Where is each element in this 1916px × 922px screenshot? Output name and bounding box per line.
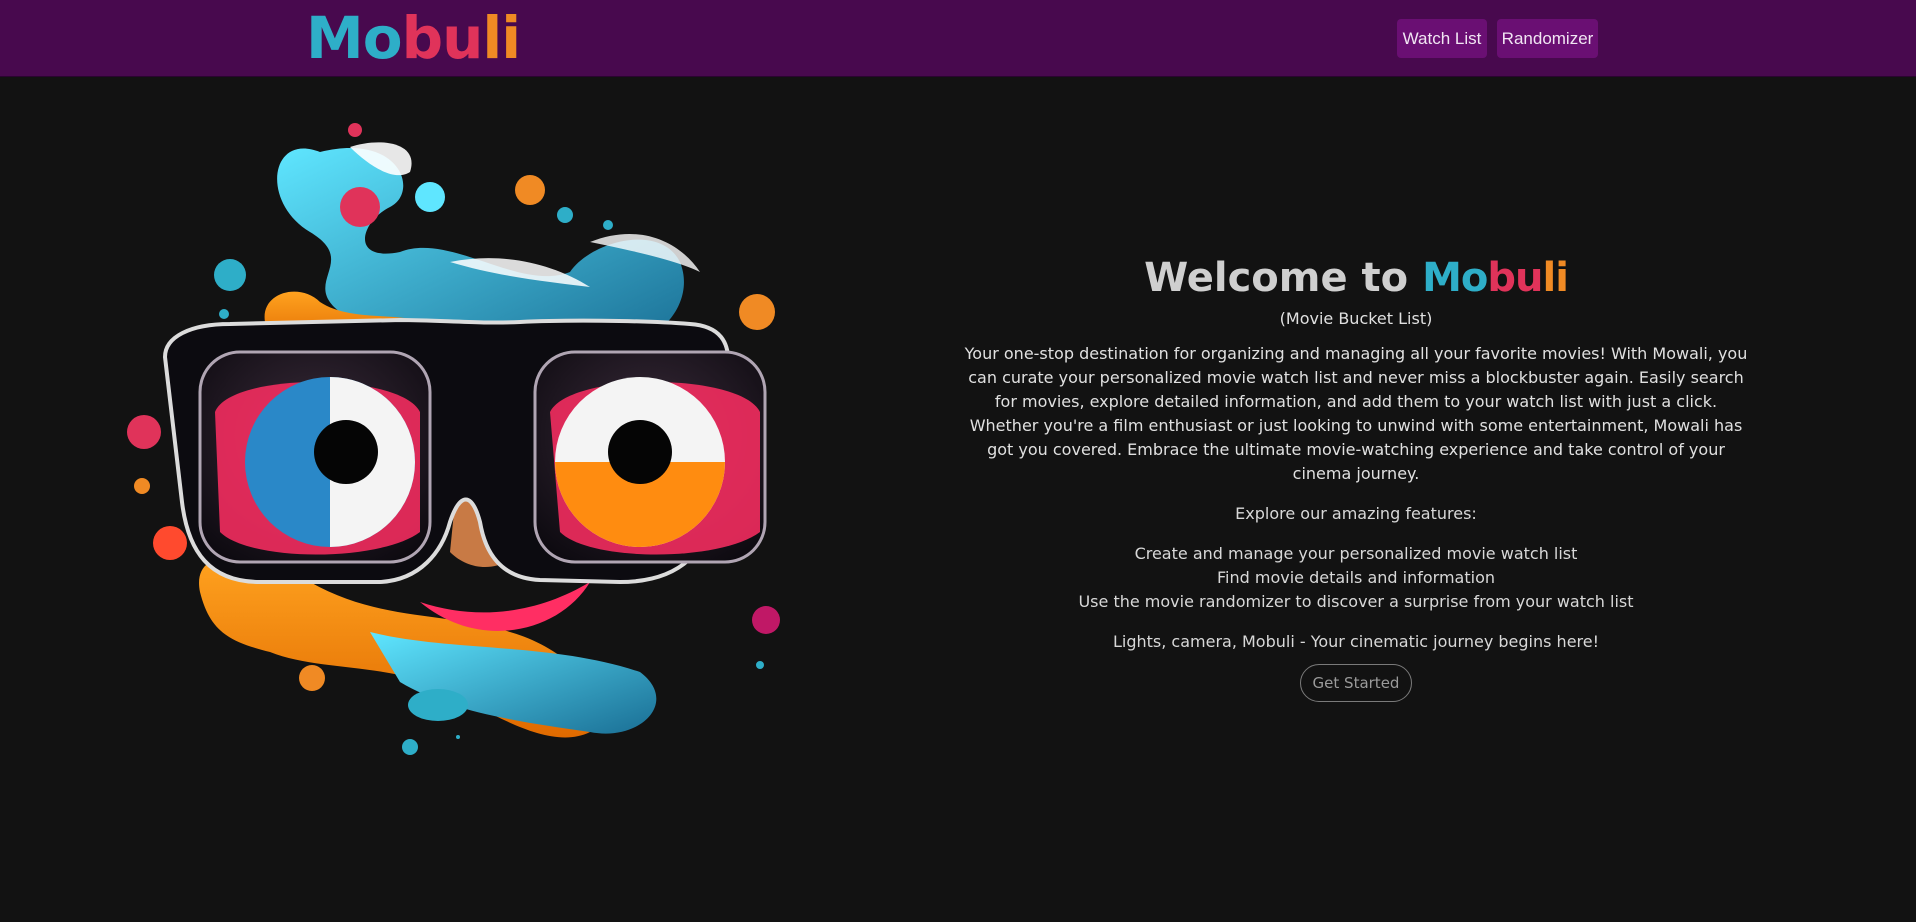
welcome-text: Welcome to xyxy=(1144,255,1409,301)
description: Your one-stop destination for organizing… xyxy=(964,344,1748,483)
brand-letter: u xyxy=(442,4,483,72)
hero-logo-letter: l xyxy=(1542,255,1556,301)
brand-logo[interactable]: Mobuli xyxy=(306,4,521,72)
navbar: Mobuli Watch List Randomizer xyxy=(0,0,1916,77)
randomizer-button[interactable]: Randomizer xyxy=(1497,19,1598,58)
hero-logo: Mobuli xyxy=(1422,255,1569,301)
feature-item: Create and manage your personalized movi… xyxy=(1134,544,1578,563)
hero-logo-letter: M xyxy=(1422,255,1462,301)
hero-logo-letter: i xyxy=(1555,255,1569,301)
watch-list-button[interactable]: Watch List xyxy=(1397,19,1487,58)
hero-logo-letter: b xyxy=(1487,255,1516,301)
hero-content: Welcome to Mobuli (Movie Bucket List) Yo… xyxy=(960,252,1752,702)
get-started-button[interactable]: Get Started xyxy=(1299,664,1413,702)
brand-letter: i xyxy=(501,4,521,72)
hero-logo-letter: o xyxy=(1460,255,1489,301)
tagline: Lights, camera, Mobuli - Your cinematic … xyxy=(1112,632,1600,651)
hero-logo-letter: u xyxy=(1515,255,1544,301)
subtitle: (Movie Bucket List) xyxy=(1279,309,1433,328)
features-title: Explore our amazing features: xyxy=(1235,504,1477,523)
brand-letter: M xyxy=(306,4,364,72)
feature-item: Find movie details and information xyxy=(1216,568,1495,587)
brand-letter: o xyxy=(362,4,403,72)
brand-letter: b xyxy=(401,4,444,72)
feature-item: Use the movie randomizer to discover a s… xyxy=(1078,592,1634,611)
hero-title: Welcome to Mobuli xyxy=(960,252,1752,304)
brand-letter: l xyxy=(482,4,502,72)
mascot-glasses-illustration xyxy=(127,123,780,755)
features-list: Create and manage your personalized movi… xyxy=(960,542,1752,614)
